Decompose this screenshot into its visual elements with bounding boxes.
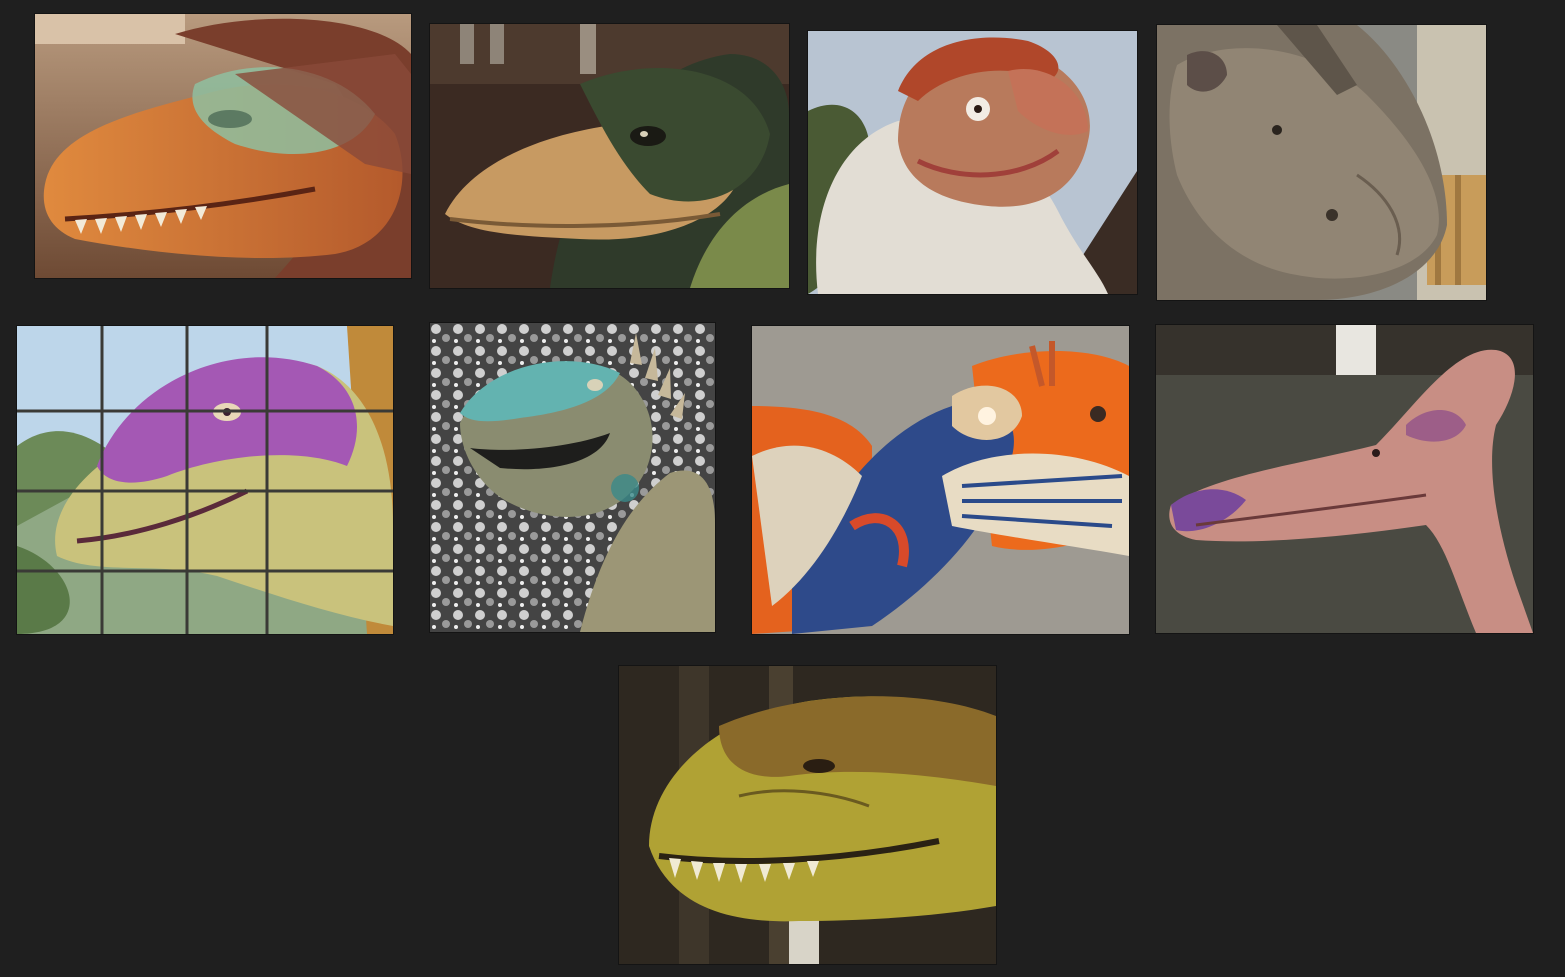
blue-feathered-winged-dinosaur-icon (752, 326, 1129, 634)
gallery-tile-1[interactable] (35, 14, 411, 278)
teal-spined-dinosaur-head-icon (430, 323, 715, 632)
gallery-tile-9[interactable] (619, 666, 996, 964)
gallery-tile-7[interactable] (752, 326, 1129, 634)
purple-sauropod-head-icon (17, 326, 393, 634)
feathered-orange-raptor-head-icon (35, 14, 411, 278)
feathered-red-crested-dinosaur-head-icon (808, 31, 1137, 294)
gallery-tile-6[interactable] (430, 323, 715, 632)
dark-feathered-raptor-head-icon (430, 24, 789, 288)
gallery-tile-4[interactable] (1157, 25, 1486, 300)
gallery-tile-2[interactable] (430, 24, 789, 288)
gallery-tile-8[interactable] (1156, 325, 1533, 633)
horned-ceratopsian-head-icon (1157, 25, 1486, 300)
pink-pterosaur-head-icon (1156, 325, 1533, 633)
gallery-tile-3[interactable] (808, 31, 1137, 294)
gallery-tile-5[interactable] (17, 326, 393, 634)
tyrannosaurus-head-icon (619, 666, 996, 964)
